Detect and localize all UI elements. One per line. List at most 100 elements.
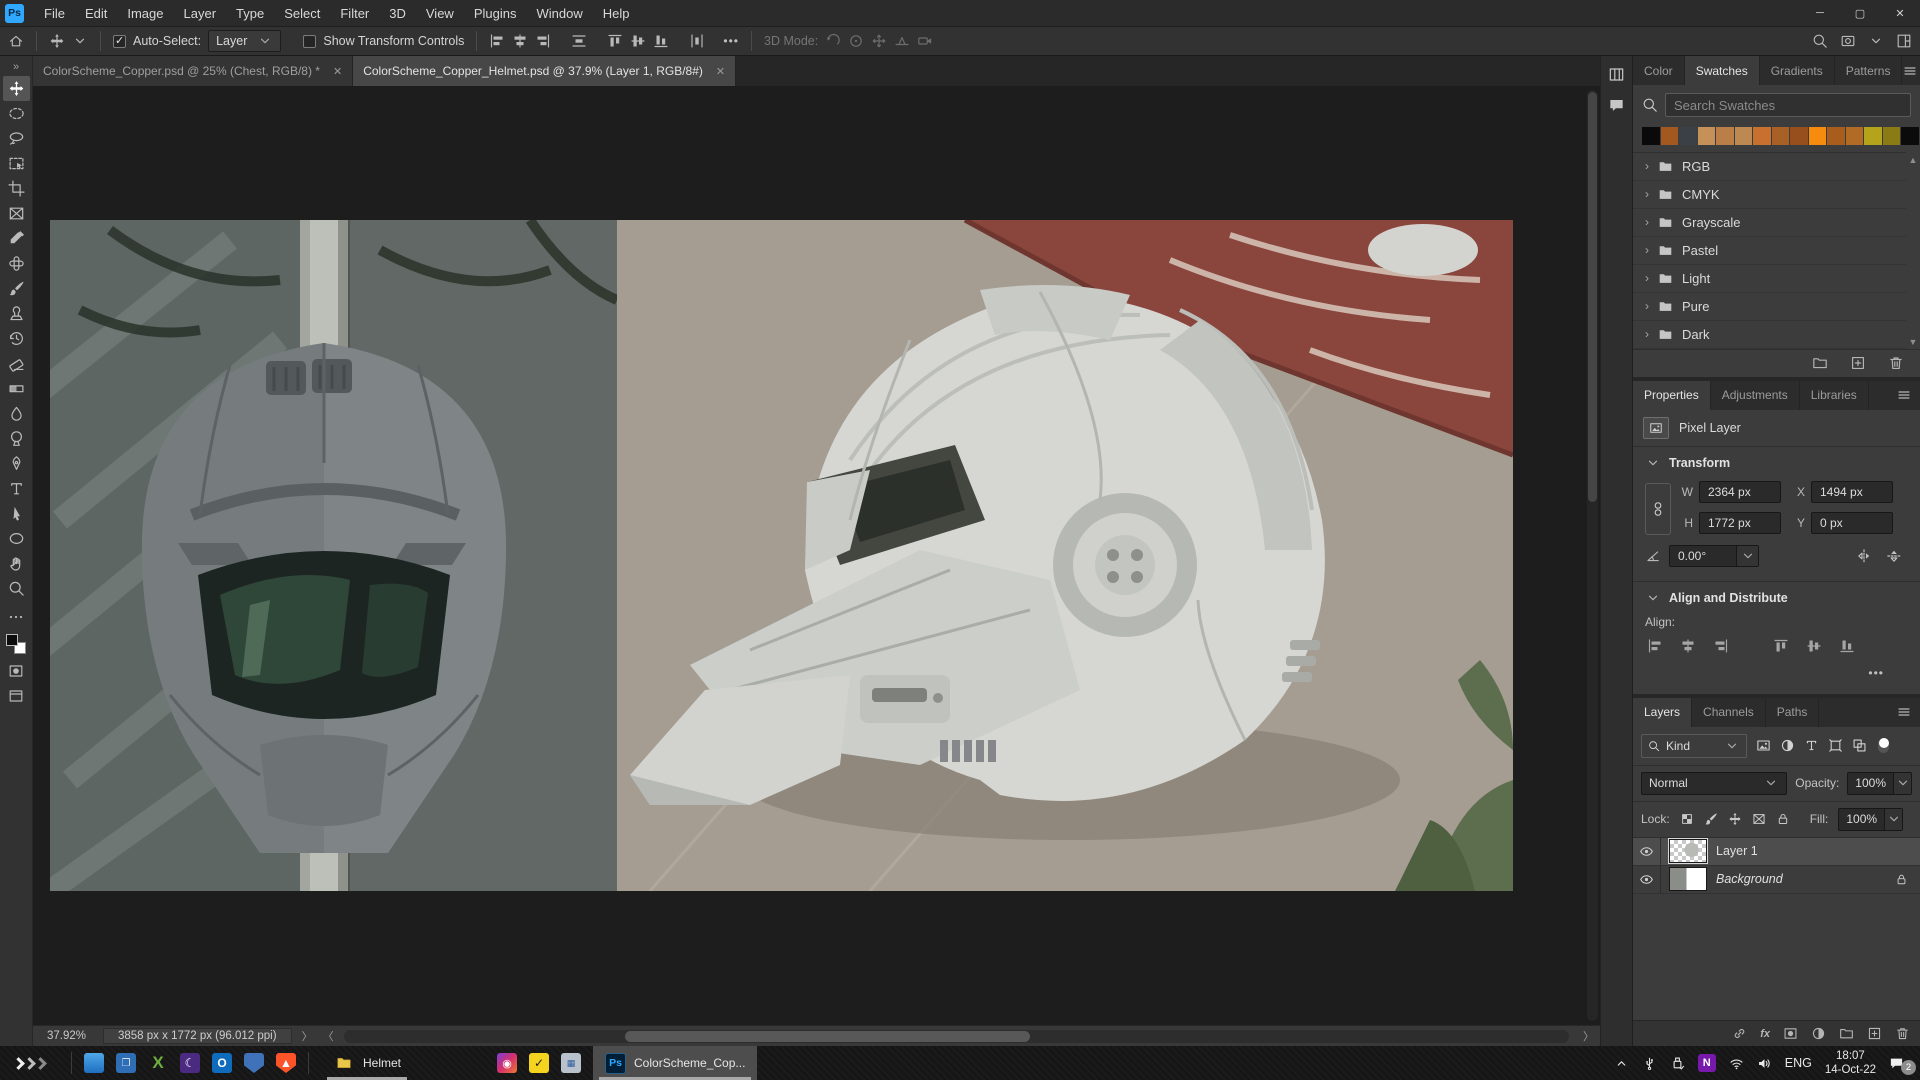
swatch-search-input[interactable]	[1665, 93, 1911, 117]
align-center-horizontal-icon[interactable]	[512, 33, 528, 49]
more-properties-button[interactable]: •••	[1645, 656, 1908, 690]
tab-channels[interactable]: Channels	[1692, 698, 1766, 727]
taskbar-window-photoshop[interactable]: Ps ColorScheme_Cop...	[593, 1046, 757, 1080]
menu-item-view[interactable]: View	[416, 0, 464, 26]
color-swatch[interactable]	[1679, 127, 1697, 145]
usb-drive-icon[interactable]	[1670, 1056, 1685, 1071]
new-layer-icon[interactable]	[1867, 1026, 1882, 1041]
checkmark-app-icon[interactable]: ✓	[529, 1053, 549, 1073]
auto-select-checkbox[interactable]	[113, 35, 126, 48]
lock-pixels-icon[interactable]	[1704, 812, 1718, 826]
3d-orbit-icon[interactable]	[825, 33, 841, 49]
foreground-background-colors[interactable]	[6, 634, 26, 654]
align-bottom-icon[interactable]	[653, 33, 669, 49]
onenote-icon[interactable]: N	[1698, 1054, 1716, 1072]
delete-swatch-icon[interactable]	[1888, 355, 1904, 371]
taskbar-window-helmet[interactable]: Helmet	[321, 1046, 413, 1080]
swatch-folder-rgb[interactable]: ›RGB	[1633, 153, 1906, 181]
menu-item-image[interactable]: Image	[117, 0, 173, 26]
align-middle-vertical-icon[interactable]	[1806, 638, 1822, 654]
menu-item-file[interactable]: File	[34, 0, 75, 26]
swatch-list-scrollbar[interactable]: ▲▼	[1907, 153, 1919, 349]
layer-effects-button[interactable]: fx	[1760, 1028, 1770, 1040]
wifi-icon[interactable]	[1729, 1056, 1744, 1071]
panel-menu-icon[interactable]	[1902, 56, 1920, 85]
filter-pixel-layers-icon[interactable]	[1756, 738, 1771, 753]
scroll-right-arrow-icon[interactable]: 〉	[1583, 1028, 1600, 1044]
rotation-angle-dropdown[interactable]: 0.00°	[1669, 545, 1759, 567]
color-swatch[interactable]	[1716, 127, 1734, 145]
usb-device-icon[interactable]	[1642, 1056, 1657, 1071]
hand-tool[interactable]	[3, 551, 30, 576]
gradient-tool[interactable]	[3, 376, 30, 401]
swatch-folder-pure[interactable]: ›Pure	[1633, 293, 1906, 321]
color-swatch[interactable]	[1772, 127, 1790, 145]
instagram-style-icon[interactable]: ◉	[497, 1053, 517, 1073]
close-button[interactable]: ✕	[1880, 0, 1920, 26]
new-group-icon[interactable]	[1812, 355, 1828, 371]
close-tab-icon[interactable]: ✕	[333, 65, 342, 78]
screen-mode-icon[interactable]	[8, 688, 24, 704]
zoom-level-field[interactable]: 37.92%	[41, 1029, 93, 1043]
swatch-folder-pastel[interactable]: ›Pastel	[1633, 237, 1906, 265]
more-align-options-button[interactable]: •••	[723, 34, 739, 48]
panel-columns-icon[interactable]	[1608, 66, 1625, 83]
notification-center-button[interactable]: 2	[1889, 1056, 1910, 1071]
menu-item-layer[interactable]: Layer	[174, 0, 227, 26]
menu-item-help[interactable]: Help	[593, 0, 640, 26]
clone-stamp-tool[interactable]	[3, 301, 30, 326]
document-tab-inactive[interactable]: ColorScheme_Copper.psd @ 25% (Chest, RGB…	[33, 56, 353, 86]
show-transform-controls-checkbox[interactable]	[303, 35, 316, 48]
filter-adjustment-layers-icon[interactable]	[1780, 738, 1795, 753]
menu-item-filter[interactable]: Filter	[330, 0, 379, 26]
object-selection-tool[interactable]	[3, 151, 30, 176]
chevron-down-icon[interactable]	[1868, 33, 1884, 49]
document-tab-active[interactable]: ColorScheme_Copper_Helmet.psd @ 37.9% (L…	[353, 56, 736, 86]
shape-tool[interactable]	[3, 526, 30, 551]
brave-icon[interactable]: ▲	[276, 1053, 296, 1073]
color-swatch[interactable]	[1661, 127, 1679, 145]
filter-type-layers-icon[interactable]	[1804, 738, 1819, 753]
3d-pan-icon[interactable]	[871, 33, 887, 49]
file-explorer-icon[interactable]: ❐	[116, 1053, 136, 1073]
panel-menu-icon[interactable]	[1896, 698, 1920, 727]
pen-tool[interactable]	[3, 451, 30, 476]
align-middle-vertical-icon[interactable]	[630, 33, 646, 49]
status-menu-arrow-icon[interactable]: 〉	[302, 1028, 313, 1044]
outlook-icon[interactable]: O	[212, 1053, 232, 1073]
color-swatch[interactable]	[1753, 127, 1771, 145]
eraser-tool[interactable]	[3, 351, 30, 376]
toolbar-collapse-button[interactable]: »	[13, 58, 19, 76]
frame-tool[interactable]	[3, 201, 30, 226]
flip-vertical-icon[interactable]	[1886, 548, 1902, 564]
move-tool-preset-icon[interactable]	[49, 33, 65, 49]
eyedropper-tool[interactable]	[3, 226, 30, 251]
align-top-icon[interactable]	[1773, 638, 1789, 654]
color-swatch[interactable]	[1883, 127, 1901, 145]
swatch-folder-dark[interactable]: ›Dark	[1633, 321, 1906, 349]
brush-tool[interactable]	[3, 276, 30, 301]
canvas-pasteboard[interactable]	[33, 86, 1600, 1025]
xbox-icon[interactable]: X	[148, 1053, 168, 1073]
align-center-horizontal-icon[interactable]	[1680, 638, 1696, 654]
x-field[interactable]: 1494 px	[1811, 481, 1893, 503]
color-swatch[interactable]	[1642, 127, 1660, 145]
tray-expand-chevron-icon[interactable]	[1614, 1056, 1629, 1071]
edit-toolbar-icon[interactable]	[8, 609, 24, 625]
align-left-icon[interactable]	[489, 33, 505, 49]
menu-item-type[interactable]: Type	[226, 0, 274, 26]
vertical-scrollbar[interactable]	[1587, 90, 1598, 1021]
lasso-tool[interactable]	[3, 126, 30, 151]
color-swatch[interactable]	[1846, 127, 1864, 145]
document-image[interactable]	[50, 220, 1513, 891]
path-selection-tool[interactable]	[3, 501, 30, 526]
search-icon[interactable]	[1812, 33, 1828, 49]
color-swatch[interactable]	[1790, 127, 1808, 145]
flip-horizontal-icon[interactable]	[1856, 548, 1872, 564]
horizontal-scrollbar-thumb[interactable]	[625, 1031, 1029, 1042]
home-icon[interactable]	[8, 33, 24, 49]
foreground-color-swatch[interactable]	[6, 634, 18, 646]
3d-camera-icon[interactable]	[917, 33, 933, 49]
volume-icon[interactable]	[1757, 1056, 1772, 1071]
height-field[interactable]: 1772 px	[1699, 512, 1781, 534]
